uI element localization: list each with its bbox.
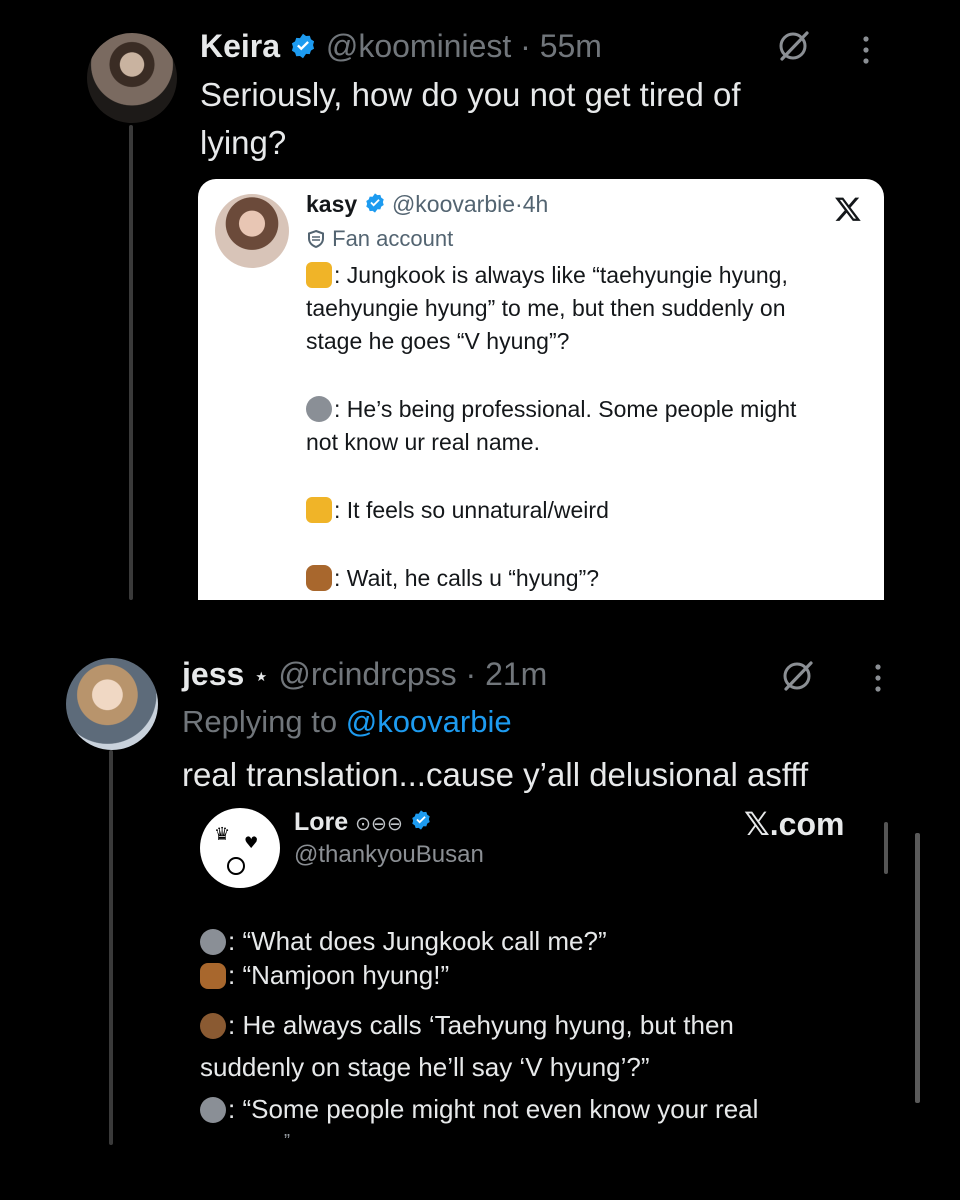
separator-dot: ·: [465, 656, 477, 692]
bear-emoji: [200, 1013, 226, 1039]
avatar-lore: ♛ ♥: [200, 808, 280, 888]
scrollbar-thumb[interactable]: [884, 822, 888, 874]
star-symbol: ⋆: [253, 661, 270, 691]
fan-account-label: Fan account: [306, 224, 453, 257]
post-header: Keira @koominiest · 55m: [200, 26, 602, 69]
quote-author-handle: @koovarbie: [391, 191, 516, 217]
quote-header: Lore ⊙⊖⊖: [294, 806, 432, 841]
quoted-screenshot-card[interactable]: ♛ ♥ Lore ⊙⊖⊖ @thankyouBusan 𝕏.com : “What…: [196, 800, 896, 1130]
post-header: jess ⋆ @rcindrcpss · 21m: [182, 654, 547, 696]
quote-header: kasy @koovarbie·4h: [306, 189, 548, 221]
shield-icon: [306, 227, 326, 257]
author-name[interactable]: jess: [182, 656, 244, 692]
koala-emoji: [306, 396, 332, 422]
svg-text:♥: ♥: [244, 833, 258, 852]
quote-time: 4h: [522, 191, 549, 217]
koala-emoji: [200, 1097, 226, 1123]
separator-dot: ·: [515, 191, 523, 217]
quoted-screenshot-card[interactable]: kasy @koovarbie·4h Fan account : Jungkoo…: [198, 179, 884, 600]
verified-icon: [289, 29, 317, 69]
squirrel-emoji: [306, 565, 332, 591]
avatar-keira[interactable]: [87, 33, 177, 123]
tiger-emoji: [306, 497, 332, 523]
quote-author-handle: @thankyouBusan: [294, 841, 484, 868]
author-handle[interactable]: @rcindrcpss: [278, 656, 456, 692]
verified-icon: [410, 807, 432, 839]
replying-to: Replying to @koovarbie: [182, 702, 512, 742]
verified-icon: [364, 191, 386, 221]
grok-icon[interactable]: [780, 658, 816, 694]
x-logo-icon: [834, 195, 862, 223]
name-symbols: ⊙⊖⊖: [355, 814, 403, 835]
author-name[interactable]: Keira: [200, 28, 280, 64]
x-com-logo: 𝕏.com: [744, 806, 845, 842]
post-text-line-2: lying?: [200, 124, 287, 161]
thread-line: [109, 750, 113, 1145]
quote-line: : It feels so unnatural/weird: [306, 494, 609, 527]
post-time[interactable]: 21m: [485, 656, 547, 692]
koala-emoji: [200, 929, 226, 955]
svg-text:♛: ♛: [214, 824, 230, 845]
post-text-line-1: Seriously, how do you not get tired of: [200, 76, 741, 113]
quote-line: ”: [284, 1131, 290, 1151]
more-icon[interactable]: [858, 34, 874, 68]
quote-author-name: kasy: [306, 191, 358, 217]
author-handle[interactable]: @koominiest: [326, 28, 511, 64]
more-icon[interactable]: [870, 662, 886, 696]
squirrel-emoji: [200, 963, 226, 989]
avatar-kasy: [215, 194, 289, 268]
fan-account-text: Fan account: [332, 226, 454, 251]
tiger-emoji: [306, 262, 332, 288]
grok-icon[interactable]: [776, 28, 812, 64]
avatar-jess[interactable]: [66, 658, 158, 750]
quote-line: : “Namjoon hyung!”: [200, 958, 449, 992]
scrollbar-track[interactable]: [915, 833, 920, 1103]
quote-line: stage he goes “V hyung”?: [306, 328, 570, 354]
quote-line: suddenly on stage he’ll say ‘V hyung’?”: [200, 1052, 650, 1082]
quote-author-name: Lore: [294, 808, 349, 836]
quote-line: : He always calls ‘Taehyung hyung, but t…: [200, 1008, 734, 1042]
quote-line: taehyungie hyung” to me, but then sudden…: [306, 295, 786, 321]
quote-line: : He’s being professional. Some people m…: [306, 393, 796, 426]
replying-to-label: Replying to: [182, 704, 346, 739]
post-time[interactable]: 55m: [540, 28, 602, 64]
quote-line: : “What does Jungkook call me?”: [200, 924, 607, 958]
thread-line: [129, 125, 133, 600]
replying-to-link[interactable]: @koovarbie: [346, 704, 512, 739]
post-text: real translation...cause y’all delusiona…: [182, 756, 809, 793]
quote-line: : Wait, he calls u “hyung”?: [306, 562, 599, 595]
quote-line: : “Some people might not even know your …: [200, 1092, 758, 1126]
quote-line: : Jungkook is always like “taehyungie hy…: [306, 259, 788, 292]
quote-line: not know ur real name.: [306, 429, 540, 455]
separator-dot: ·: [520, 28, 531, 64]
